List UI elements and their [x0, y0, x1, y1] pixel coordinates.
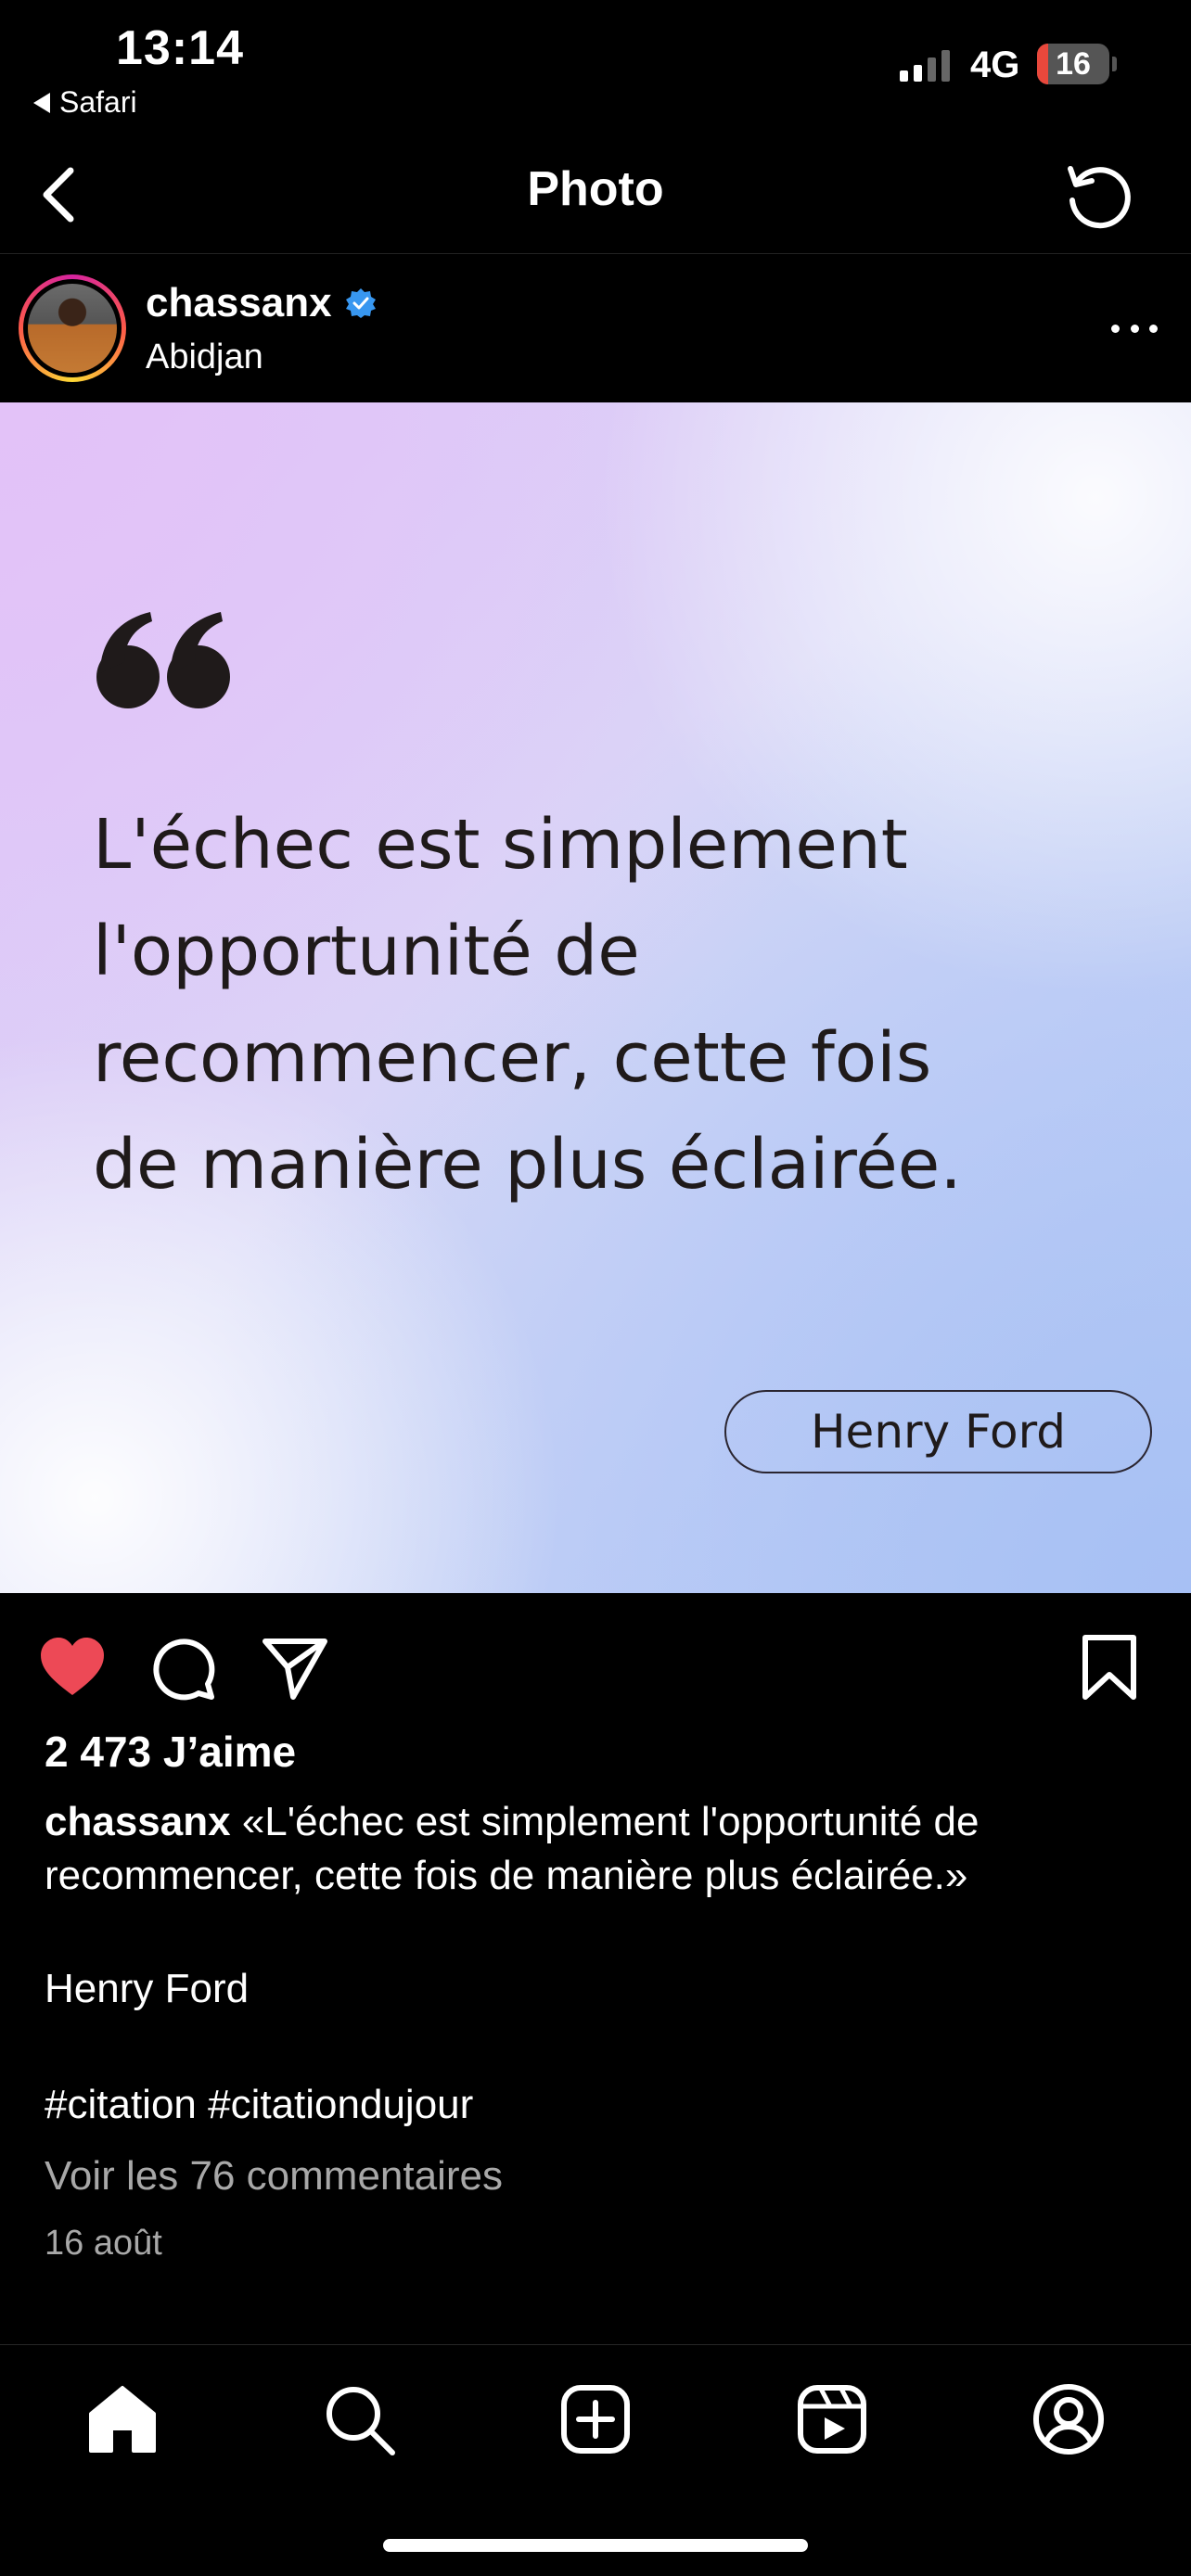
quote-text: L'échec est simplement l'opportunité de …: [93, 792, 1113, 1218]
reels-icon[interactable]: [793, 2380, 871, 2458]
create-icon[interactable]: [557, 2380, 634, 2458]
post-date: 16 août: [45, 2224, 162, 2263]
back-to-safari-link[interactable]: Safari: [33, 85, 137, 120]
caption-username[interactable]: chassanx: [45, 1799, 231, 1844]
post-image[interactable]: L'échec est simplement l'opportunité de …: [0, 402, 1191, 1593]
battery-level: 16: [1056, 46, 1091, 82]
comment-icon[interactable]: [147, 1630, 221, 1704]
quote-line: L'échec est simplement: [93, 805, 908, 885]
nav-header: Photo: [0, 139, 1191, 254]
post-location[interactable]: Abidjan: [146, 338, 263, 377]
network-type: 4G: [970, 45, 1020, 85]
share-icon[interactable]: [258, 1630, 332, 1704]
page-title: Photo: [527, 162, 664, 216]
hashtags[interactable]: #citation #citationdujour: [45, 2082, 473, 2128]
clock: 13:14: [116, 21, 244, 75]
quote-line: l'opportunité de: [93, 912, 640, 991]
view-comments-link[interactable]: Voir les 76 commentaires: [45, 2153, 503, 2200]
battery-icon: 16: [1037, 44, 1109, 84]
quote-line: de manière plus éclairée.: [93, 1125, 962, 1205]
likes-count[interactable]: 2 473 J’aime: [45, 1727, 296, 1777]
bookmark-icon[interactable]: [1072, 1630, 1146, 1704]
quote-author-pill: Henry Ford: [724, 1390, 1152, 1473]
signal-icon: [900, 48, 950, 82]
verified-badge-icon: [345, 288, 376, 318]
avatar: [28, 284, 117, 373]
post-caption: chassanx «L'échec est simplement l'oppor…: [45, 1795, 1158, 1903]
refresh-icon[interactable]: [1057, 156, 1139, 237]
post-username[interactable]: chassanx: [146, 280, 377, 326]
story-ring[interactable]: [19, 274, 126, 382]
back-app-label: Safari: [59, 85, 137, 119]
back-triangle-icon: [33, 92, 50, 113]
home-icon[interactable]: [83, 2380, 161, 2458]
quote-line: recommencer, cette fois: [93, 1018, 932, 1098]
profile-icon[interactable]: [1030, 2380, 1108, 2458]
search-icon[interactable]: [320, 2380, 398, 2458]
more-options-icon[interactable]: [1102, 312, 1167, 345]
username-label: chassanx: [146, 280, 332, 325]
post-header: chassanx Abidjan: [0, 254, 1191, 402]
battery-tip: [1112, 57, 1117, 71]
post-actions: [0, 1593, 1191, 1723]
status-bar: 13:14 Safari 4G 16: [0, 0, 1191, 139]
home-indicator[interactable]: [383, 2539, 808, 2552]
quote-mark-icon: [96, 612, 230, 708]
caption-author: Henry Ford: [45, 1966, 250, 2011]
heart-icon[interactable]: [35, 1630, 109, 1704]
